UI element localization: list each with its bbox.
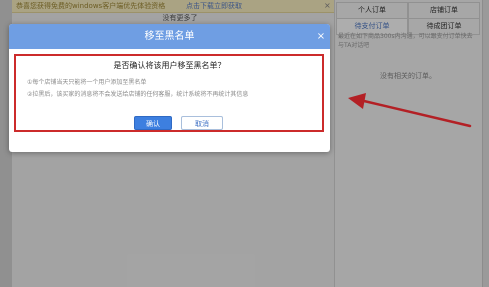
arrow-head-icon — [348, 93, 366, 109]
annotation-arrow — [348, 93, 472, 128]
arrow-shaft — [362, 99, 472, 128]
